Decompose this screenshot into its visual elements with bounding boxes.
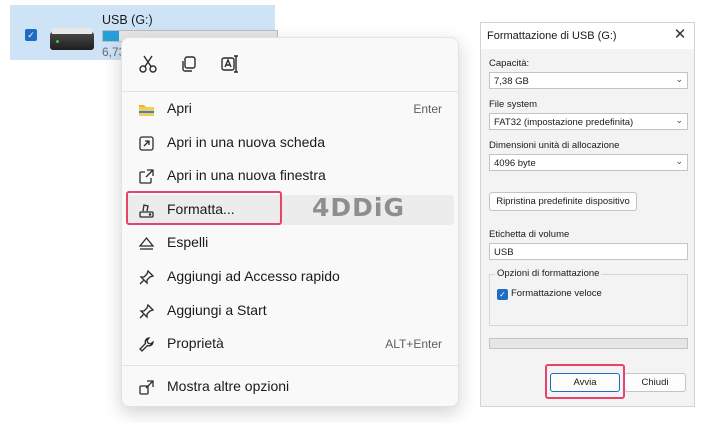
menu-item-espelli[interactable]: Espelli [126,228,454,258]
menu-item-shortcut: Enter [413,102,442,116]
drive-select-checkbox[interactable]: ✓ [25,29,37,41]
drive-usage-fill [103,31,119,41]
avvia-highlight-box [545,364,625,399]
format-progress-bar [489,338,688,349]
menu-item-altre-opzioni[interactable]: Mostra altre opzioni [126,372,454,402]
menu-item-label: Proprietà [167,335,224,351]
capacity-select[interactable]: 7,38 GB ⌄ [489,72,688,89]
menu-item-label: Apri in una nuova finestra [167,167,326,183]
menu-item-apri-nuova-finestra[interactable]: Apri in una nuova finestra [126,161,454,191]
dialog-title: Formattazione di USB (G:) [487,30,617,42]
menu-item-label: Apri [167,100,192,116]
copy-icon[interactable] [178,53,200,75]
chevron-down-icon: ⌄ [675,74,683,84]
watermark-logo: 4DDiG [312,193,405,222]
menu-divider [122,91,458,92]
filesystem-label: File system [489,99,538,110]
close-button[interactable]: Chiudi [624,373,686,392]
chevron-down-icon: ⌄ [675,156,683,166]
volume-label-value: USB [494,247,514,258]
rename-icon[interactable] [219,53,241,75]
restore-defaults-button[interactable]: Ripristina predefinite dispositivo [489,192,637,211]
new-tab-icon [138,135,155,152]
quick-actions-bar [122,38,458,91]
chevron-down-icon: ⌄ [675,115,683,125]
usb-drive-icon [50,28,94,50]
menu-item-shortcut: ALT+Enter [385,337,442,351]
eject-icon [138,235,155,252]
menu-item-label: Mostra altre opzioni [167,378,290,394]
allocation-value: 4096 byte [494,158,536,169]
menu-item-accesso-rapido[interactable]: Aggiungi ad Accesso rapido [126,262,454,292]
drive-name: USB (G:) [102,13,153,27]
menu-item-label: Apri in una nuova scheda [167,134,325,150]
volume-label-label: Etichetta di volume [489,229,570,240]
menu-item-aggiungi-start[interactable]: Aggiungi a Start [126,296,454,326]
cut-icon[interactable] [137,53,159,75]
wrench-icon [138,336,155,353]
menu-item-label: Espelli [167,234,209,250]
menu-item-proprieta[interactable]: Proprietà ALT+Enter [126,329,454,359]
volume-label-input[interactable]: USB [489,243,688,260]
pin-icon [138,303,155,320]
menu-item-apri[interactable]: Apri Enter [126,94,454,124]
more-options-icon [138,379,155,396]
menu-item-label: Aggiungi ad Accesso rapido [167,268,340,284]
capacity-value: 7,38 GB [494,76,529,87]
filesystem-select[interactable]: FAT32 (impostazione predefinita) ⌄ [489,113,688,130]
filesystem-value: FAT32 (impostazione predefinita) [494,117,634,128]
screenshot-canvas: ✓ USB (G:) 6,73 G Apri Enter [0,0,712,423]
capacity-label: Capacità: [489,58,530,69]
menu-item-label: Aggiungi a Start [167,302,267,318]
format-dialog: Formattazione di USB (G:) ✕ Capacità: 7,… [480,22,695,407]
close-icon[interactable]: ✕ [672,27,688,43]
menu-divider [122,365,458,366]
dialog-titlebar: Formattazione di USB (G:) ✕ [481,23,694,49]
context-menu: Apri Enter Apri in una nuova scheda Apri… [121,37,459,407]
formatta-highlight-box [126,191,282,225]
allocation-label: Dimensioni unità di allocazione [489,140,620,151]
quick-format-label: Formattazione veloce [511,288,602,299]
quick-format-checkbox[interactable]: ✓ [497,289,508,300]
pin-icon [138,269,155,286]
menu-item-apri-nuova-scheda[interactable]: Apri in una nuova scheda [126,128,454,158]
allocation-select[interactable]: 4096 byte ⌄ [489,154,688,171]
new-window-icon [138,168,155,185]
format-options-group: Opzioni di formattazione ✓ Formattazione… [489,268,688,326]
folder-icon [138,101,155,118]
format-options-title: Opzioni di formattazione [495,268,602,279]
